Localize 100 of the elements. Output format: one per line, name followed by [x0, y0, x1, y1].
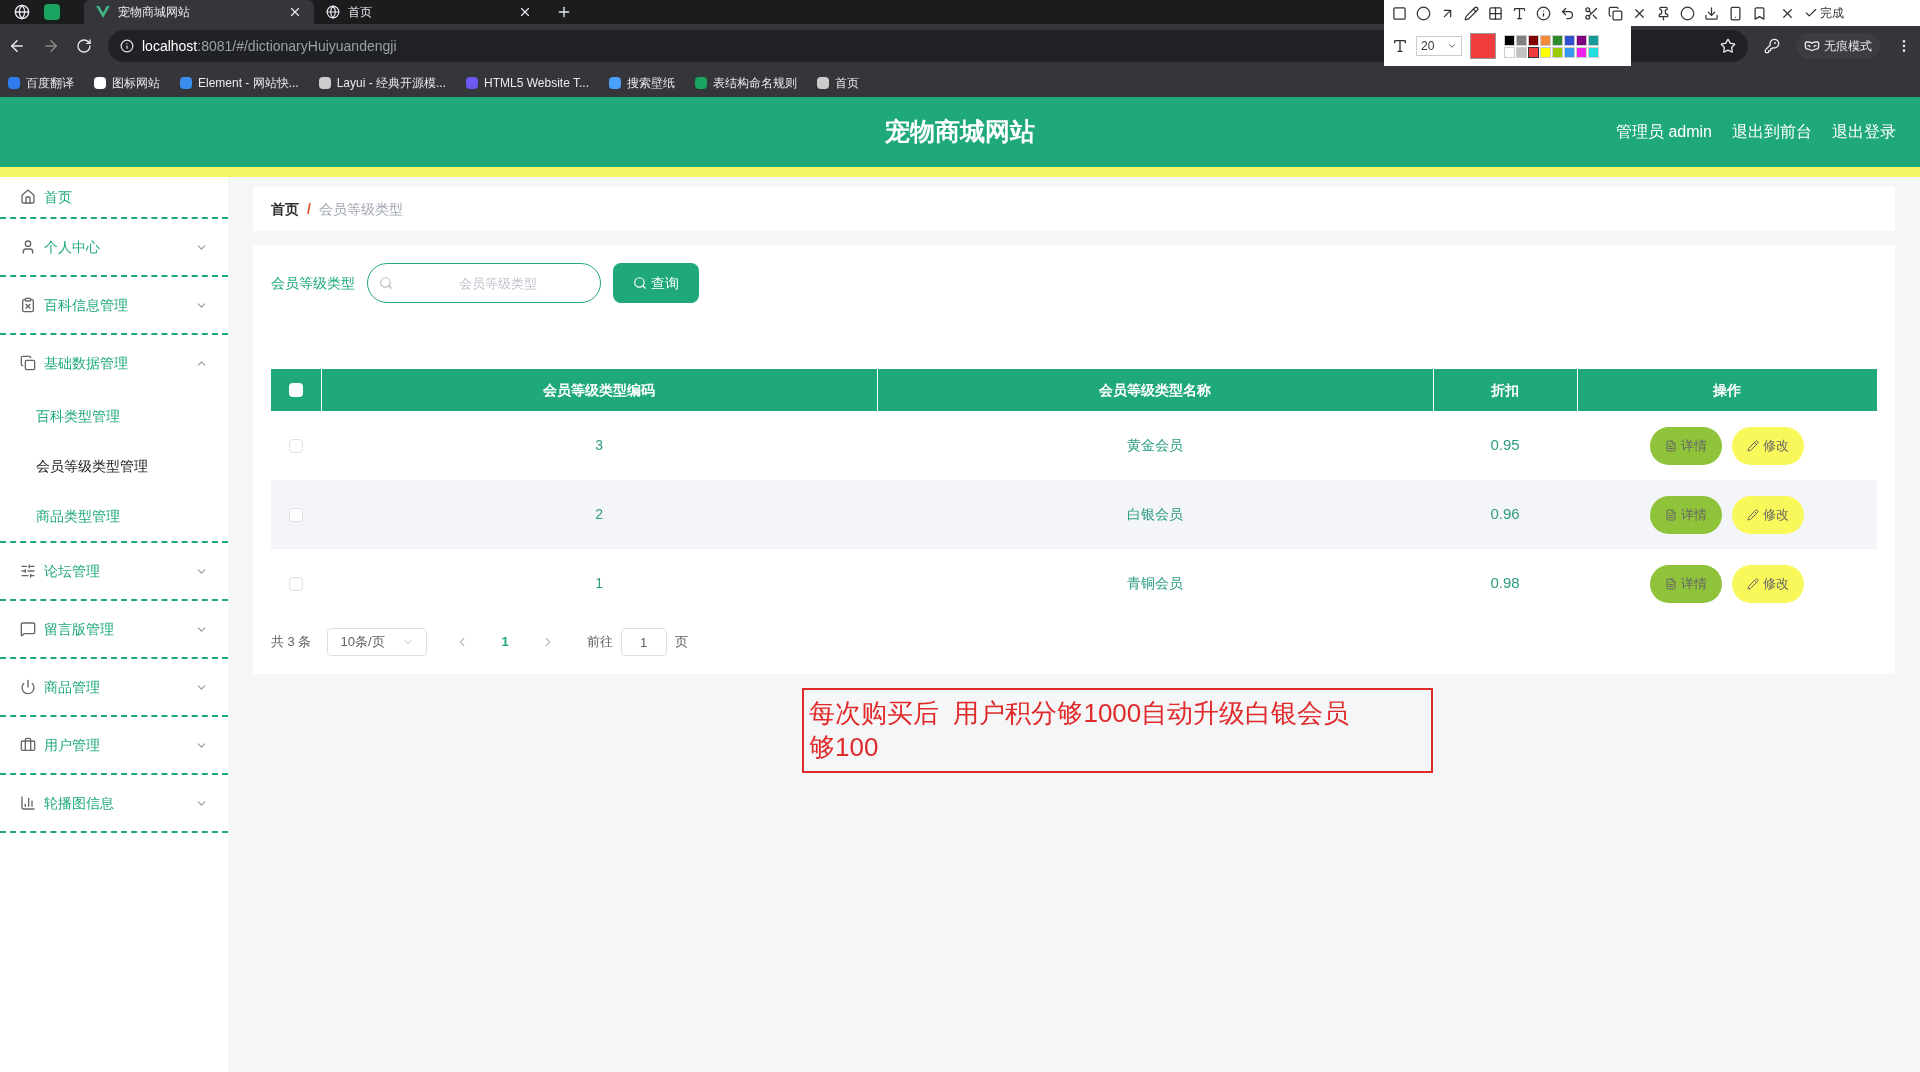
row-checkbox[interactable] — [289, 576, 303, 591]
sliders-icon — [20, 563, 36, 579]
done-button[interactable]: 完成 — [1804, 4, 1844, 22]
edit-button[interactable]: 修改 — [1732, 495, 1804, 534]
sidebar-item[interactable]: 用户管理 — [0, 717, 228, 773]
sidebar-item[interactable]: 首页 — [0, 177, 228, 217]
table-cell: 0.96 — [1433, 480, 1577, 549]
tab-title: 首页 — [348, 4, 373, 21]
bookmark[interactable]: 表结构命名规则 — [695, 73, 797, 92]
bookmark-icon — [8, 76, 20, 89]
profile-chip[interactable]: 无痕模式 — [1796, 33, 1880, 59]
detail-button[interactable]: 详情 — [1650, 564, 1722, 603]
tool-icon[interactable] — [1416, 5, 1431, 21]
globe-icon — [14, 4, 30, 20]
tool-icon[interactable] — [1608, 5, 1623, 21]
back-icon[interactable] — [8, 37, 26, 55]
new-tab-icon[interactable] — [556, 4, 572, 20]
goto-page-field[interactable]: 1 — [620, 628, 667, 656]
table-cell: 2 — [321, 480, 878, 549]
app-icon[interactable] — [44, 4, 60, 20]
page-unit: 页 — [674, 633, 688, 652]
detail-button[interactable]: 详情 — [1650, 495, 1722, 534]
key-icon[interactable] — [1764, 38, 1780, 54]
bookmark[interactable]: HTML5 Website T... — [466, 73, 589, 92]
info-icon — [120, 39, 134, 53]
current-color[interactable] — [1470, 33, 1496, 59]
pencil-icon — [1747, 508, 1759, 521]
table-cell: 黄金会员 — [877, 411, 1434, 480]
bookmark-icon — [466, 76, 479, 89]
reload-icon[interactable] — [76, 38, 92, 54]
row-checkbox[interactable] — [289, 438, 303, 453]
close-icon[interactable] — [518, 5, 532, 19]
goto-label: 前往 — [586, 633, 613, 652]
edit-button[interactable]: 修改 — [1732, 564, 1804, 603]
pencil-icon — [1747, 439, 1759, 452]
column-header: 操作 — [1577, 369, 1877, 411]
select-all-checkbox[interactable] — [288, 383, 303, 397]
total-count: 共 3 条 — [271, 633, 312, 652]
page-number[interactable]: 1 — [485, 632, 525, 652]
site-title: 宠物商城网站 — [885, 116, 1035, 148]
tool-icon[interactable] — [1704, 5, 1719, 21]
page-size-select[interactable]: 10条/页 — [327, 628, 428, 656]
bookmark[interactable]: 搜索壁纸 — [609, 73, 675, 92]
tool-icon[interactable] — [1584, 5, 1599, 21]
incognito-icon — [1804, 38, 1820, 54]
tool-icon[interactable] — [1752, 5, 1767, 21]
table-cell: 白银会员 — [877, 480, 1434, 549]
browser-tab[interactable]: 宠物商城网站 — [84, 0, 314, 24]
table-cell: 青铜会员 — [877, 549, 1434, 618]
submenu-item[interactable]: 百科类型管理 — [0, 391, 228, 441]
tool-icon[interactable] — [1560, 5, 1575, 21]
detail-button[interactable]: 详情 — [1650, 426, 1722, 465]
submenu-item[interactable]: 会员等级类型管理 — [0, 441, 228, 491]
submenu-item[interactable]: 商品类型管理 — [0, 491, 228, 541]
document-icon — [1665, 439, 1677, 452]
clipboard-icon — [20, 297, 36, 313]
header-link[interactable]: 退出登录 — [1832, 120, 1896, 144]
bookmark[interactable]: Layui - 经典开源模... — [318, 73, 447, 92]
column-header: 折扣 — [1433, 369, 1577, 411]
sidebar-item[interactable]: 轮播图信息 — [0, 775, 228, 831]
browser-tab[interactable]: 首页 — [314, 0, 544, 24]
header-link[interactable]: 管理员 admin — [1615, 120, 1712, 144]
tool-icon[interactable] — [1680, 5, 1695, 21]
sidebar-item[interactable]: 个人中心 — [0, 219, 228, 275]
header-link[interactable]: 退出到前台 — [1732, 120, 1812, 144]
tool-icon[interactable] — [1464, 5, 1479, 21]
bookmark[interactable]: Element - 网站快... — [180, 73, 299, 92]
bookmark-icon — [609, 76, 621, 89]
row-checkbox[interactable] — [289, 507, 303, 522]
star-icon[interactable] — [1720, 38, 1736, 54]
tool-icon[interactable] — [1392, 5, 1407, 21]
tool-icon[interactable] — [1728, 5, 1743, 21]
font-size-select[interactable]: 20 — [1416, 36, 1462, 56]
sidebar-item[interactable]: 论坛管理 — [0, 543, 228, 599]
tool-icon[interactable] — [1656, 5, 1671, 21]
sidebar-item[interactable]: 留言版管理 — [0, 601, 228, 657]
bookmark[interactable]: 首页 — [817, 73, 859, 92]
color-swatch[interactable] — [1528, 46, 1539, 58]
briefcase-icon — [20, 737, 36, 753]
search-field[interactable]: 会员等级类型 — [367, 263, 601, 303]
user-icon — [20, 239, 36, 255]
tool-icon[interactable] — [1488, 5, 1503, 21]
bookmark[interactable]: 百度翻译 — [8, 73, 74, 92]
sidebar-item[interactable]: 百科信息管理 — [0, 277, 228, 333]
sidebar-item[interactable]: 基础数据管理 — [0, 335, 228, 391]
tool-icon[interactable] — [1536, 5, 1551, 21]
forward-icon[interactable] — [42, 37, 60, 55]
tab-title: 宠物商城网站 — [118, 4, 191, 21]
search-button[interactable]: 查询 — [613, 263, 699, 303]
bookmark-icon — [180, 76, 192, 89]
edit-button[interactable]: 修改 — [1732, 426, 1804, 465]
globe-icon — [326, 5, 340, 19]
bookmark[interactable]: 图标网站 — [94, 73, 160, 92]
home-icon — [20, 189, 36, 205]
close-icon[interactable] — [288, 5, 302, 19]
tool-icon[interactable] — [1512, 5, 1527, 21]
document-icon — [1665, 508, 1677, 521]
power-icon — [20, 679, 36, 695]
breadcrumb-item[interactable]: 首页 — [271, 198, 299, 220]
sidebar-item[interactable]: 商品管理 — [0, 659, 228, 715]
